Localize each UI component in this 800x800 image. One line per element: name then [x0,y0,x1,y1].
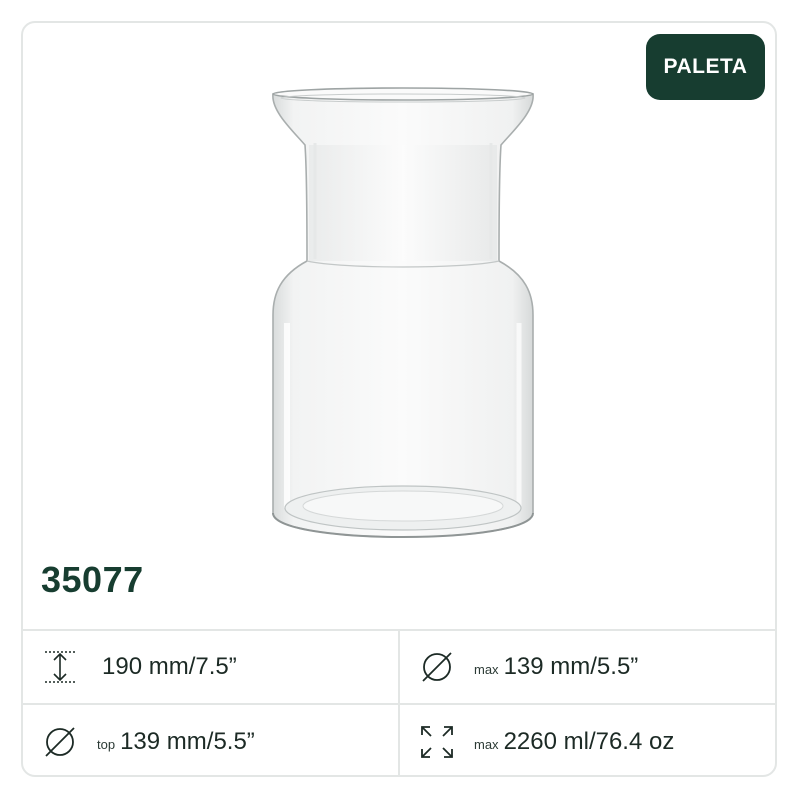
spec-prefix: top [97,737,116,752]
spec-prefix: max [474,737,499,752]
diameter-icon [422,652,452,682]
expand-arrows-icon [421,726,453,758]
product-code: 35077 [41,559,144,600]
spec-prefix: max [474,662,499,677]
paleta-badge[interactable]: PALETA [646,34,765,100]
product-card: PALETA 35077 190 mm/7.5” max 139 mm/5.5”… [21,21,777,777]
spec-top-diameter: top 139 mm/5.5” [23,705,400,775]
glass-vase-image [272,87,534,538]
spec-height: 190 mm/7.5” [23,631,400,705]
spec-max-diameter: max 139 mm/5.5” [400,631,775,705]
spec-value: 139 mm/5.5” [503,653,639,680]
spec-grid: 190 mm/7.5” max 139 mm/5.5” top 139 mm/5… [23,629,775,775]
spec-value: 139 mm/5.5” [120,728,255,755]
spec-capacity: max 2260 ml/76.4 oz [400,705,775,775]
diameter-icon [45,727,75,757]
spec-value: 2260 ml/76.4 oz [503,728,675,755]
height-icon [45,651,75,683]
spec-value: 190 mm/7.5” [102,653,237,680]
